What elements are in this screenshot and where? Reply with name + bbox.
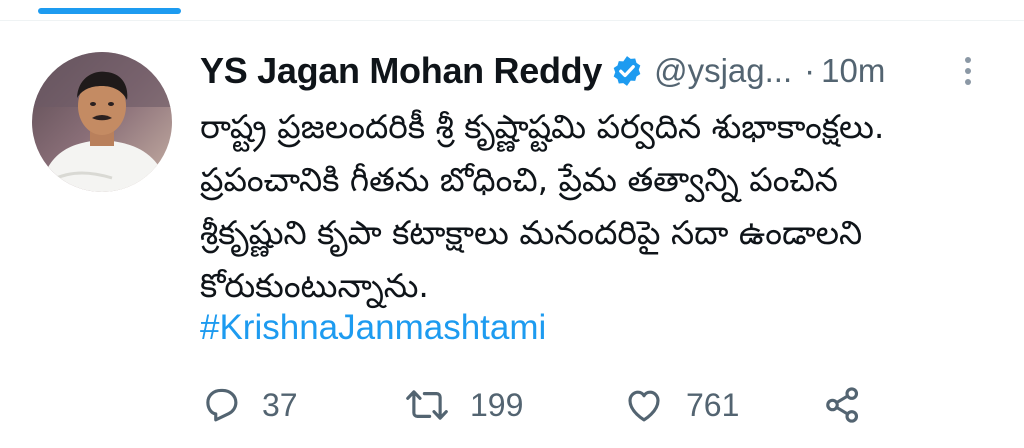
tweet-text-line: ప్రపంచానికి గీతను బోధించి, ప్రేమ తత్వాన్… xyxy=(200,160,838,199)
tweet-text: రాష్ట్ర ప్రజలందరికీ శ్రీ కృష్ణాష్టమి పర్… xyxy=(200,100,1000,312)
avatar-image xyxy=(32,52,172,192)
separator-dot: · xyxy=(804,52,816,89)
author-handle[interactable]: @ysjag... xyxy=(654,52,792,90)
tweet-text-line: రాష్ట్ర ప్రజలందరికీ శ్రీ కృష్ణాష్టమి పర్… xyxy=(200,107,885,146)
share-icon xyxy=(826,387,859,423)
tweet-actions: 37 199 761 xyxy=(200,382,864,428)
like-button[interactable]: 761 xyxy=(622,384,822,426)
tweet-time[interactable]: 10m xyxy=(821,52,885,90)
retweet-icon xyxy=(406,390,448,420)
active-tab-indicator xyxy=(38,8,181,14)
heart-icon xyxy=(628,390,660,422)
author-name[interactable]: YS Jagan Mohan Reddy xyxy=(200,50,602,92)
reply-button[interactable]: 37 xyxy=(200,384,404,426)
hashtag-link[interactable]: #KrishnaJanmashtami xyxy=(200,308,546,348)
tweet-text-line: కోరుకుంటున్నాను. xyxy=(200,266,429,305)
share-button[interactable] xyxy=(822,384,864,426)
tweet-text-line: శ్రీకృష్ణుని కృపా కటాక్షాలు మనందరిపై సదా… xyxy=(200,213,863,252)
tweet-header: YS Jagan Mohan Reddy @ysjag... · 10m xyxy=(200,48,885,94)
retweet-button[interactable]: 199 xyxy=(404,384,622,426)
retweet-count: 199 xyxy=(470,386,524,423)
avatar[interactable] xyxy=(32,52,172,192)
more-vertical-icon[interactable] xyxy=(958,54,978,90)
top-divider xyxy=(0,20,1024,21)
like-count: 761 xyxy=(686,386,740,423)
verified-badge-icon xyxy=(610,54,644,88)
reply-icon xyxy=(206,388,238,422)
reply-count: 37 xyxy=(262,386,298,423)
